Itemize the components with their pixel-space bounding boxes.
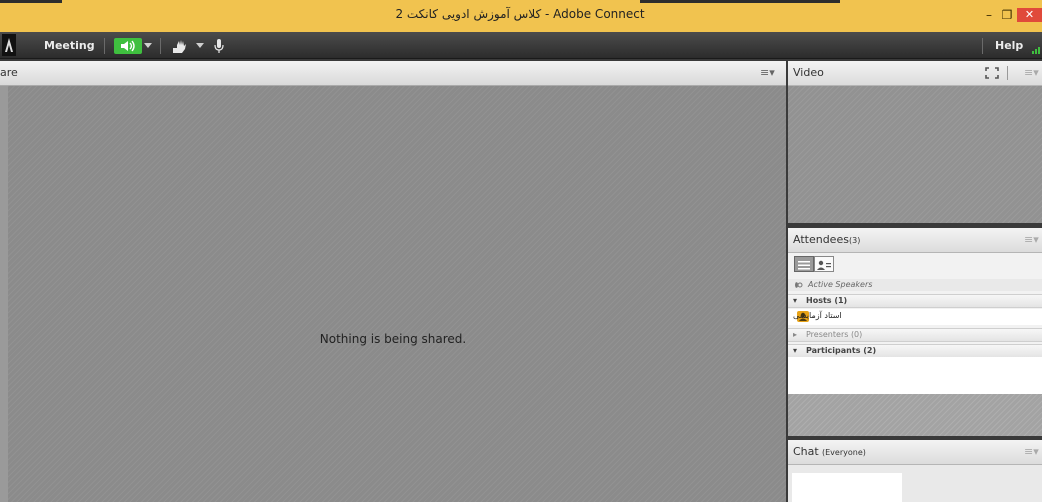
chat-pod-menu-icon[interactable]: ≡▾: [1024, 445, 1039, 458]
attendees-pod: Attendees (3) ≡▾ Active Speakers ▾ Hosts…: [788, 228, 1042, 436]
window-titlebar: کلاس آموزش ادویی کانکت 2 - Adobe Connect…: [0, 0, 1042, 32]
participants-section[interactable]: ▾ Participants (2): [788, 344, 1042, 358]
presenters-section[interactable]: ▸ Presenters (0): [788, 328, 1042, 342]
connection-signal-icon: [1032, 47, 1040, 54]
speaker-icon: [121, 40, 135, 52]
active-speaker-icon: [795, 282, 803, 288]
video-pod: Video ≡▾: [788, 61, 1042, 223]
share-pod-menu-icon[interactable]: ≡▾: [760, 66, 775, 79]
active-speakers-row: Active Speakers: [788, 279, 1042, 291]
video-pod-title: Video: [793, 66, 824, 79]
header-divider: [1007, 66, 1008, 80]
hosts-section[interactable]: ▾ Hosts (1): [788, 294, 1042, 308]
video-stage: [788, 86, 1042, 223]
hosts-label: Hosts (1): [806, 296, 848, 305]
list-view-toggle[interactable]: [794, 256, 814, 272]
collapse-arrow-icon: ▸: [793, 330, 798, 339]
list-view-icon: [798, 261, 810, 270]
attendees-pod-header: Attendees (3) ≡▾: [788, 228, 1042, 253]
chat-pod: Chat (Everyone) ≡▾: [788, 440, 1042, 502]
host-name: استاد آزمایشی: [793, 311, 842, 320]
attendees-body: Active Speakers ▾ Hosts (1) استاد آزمایش…: [788, 253, 1042, 436]
share-pod-left-edge: [0, 86, 8, 502]
video-pod-header: Video ≡▾: [788, 61, 1042, 86]
nothing-shared-message: Nothing is being shared.: [319, 332, 467, 346]
share-pod-title: are: [0, 66, 18, 79]
restore-button[interactable]: ❐: [998, 6, 1016, 24]
participants-label: Participants (2): [806, 346, 877, 355]
titlebar-dark-strip-right: [640, 0, 840, 3]
microphone-icon[interactable]: [212, 38, 226, 54]
chat-pod-header: Chat (Everyone) ≡▾: [788, 440, 1042, 465]
share-pod: are ≡▾ Nothing is being shared.: [0, 61, 786, 502]
menu-help[interactable]: Help: [995, 39, 1023, 52]
share-pod-header: are ≡▾: [0, 61, 786, 86]
chat-message-area[interactable]: [792, 473, 902, 502]
menu-separator: [160, 38, 161, 54]
menu-separator: [104, 38, 105, 54]
participants-list: [788, 357, 1042, 394]
menu-separator: [982, 38, 983, 54]
video-pod-menu-icon[interactable]: ≡▾: [1024, 66, 1039, 79]
fullscreen-icon[interactable]: [985, 67, 999, 79]
active-speakers-label: Active Speakers: [808, 280, 873, 289]
status-dropdown-icon[interactable]: [196, 43, 204, 49]
menubar: Meeting Help: [0, 32, 1042, 59]
minimize-button[interactable]: –: [980, 6, 998, 24]
titlebar-dark-strip-left: [0, 0, 62, 3]
menu-meeting[interactable]: Meeting: [44, 39, 95, 52]
status-view-toggle[interactable]: [814, 256, 834, 272]
speaker-dropdown-icon[interactable]: [144, 43, 152, 49]
chat-body: [788, 465, 1042, 502]
expand-arrow-icon: ▾: [793, 296, 798, 305]
window-title: کلاس آموزش ادویی کانکت 2 - Adobe Connect: [395, 7, 645, 21]
chat-pod-title: Chat: [793, 445, 819, 458]
presenters-label: Presenters (0): [806, 330, 863, 339]
attendees-pod-menu-icon[interactable]: ≡▾: [1024, 233, 1039, 246]
attendees-empty-area: [788, 394, 1042, 436]
share-stage: Nothing is being shared.: [8, 86, 786, 502]
chat-scope: (Everyone): [822, 448, 866, 457]
host-attendee-row[interactable]: استاد آزمایشی: [788, 309, 1042, 325]
close-button[interactable]: ✕: [1017, 8, 1042, 22]
expand-arrow-icon: ▾: [793, 346, 798, 355]
attendees-pod-title: Attendees: [793, 233, 849, 246]
status-hand-icon[interactable]: [172, 38, 190, 54]
person-icon: [817, 260, 831, 270]
speaker-button[interactable]: [114, 38, 142, 54]
adobe-logo-icon: [2, 34, 16, 56]
attendees-count: (3): [849, 236, 861, 245]
